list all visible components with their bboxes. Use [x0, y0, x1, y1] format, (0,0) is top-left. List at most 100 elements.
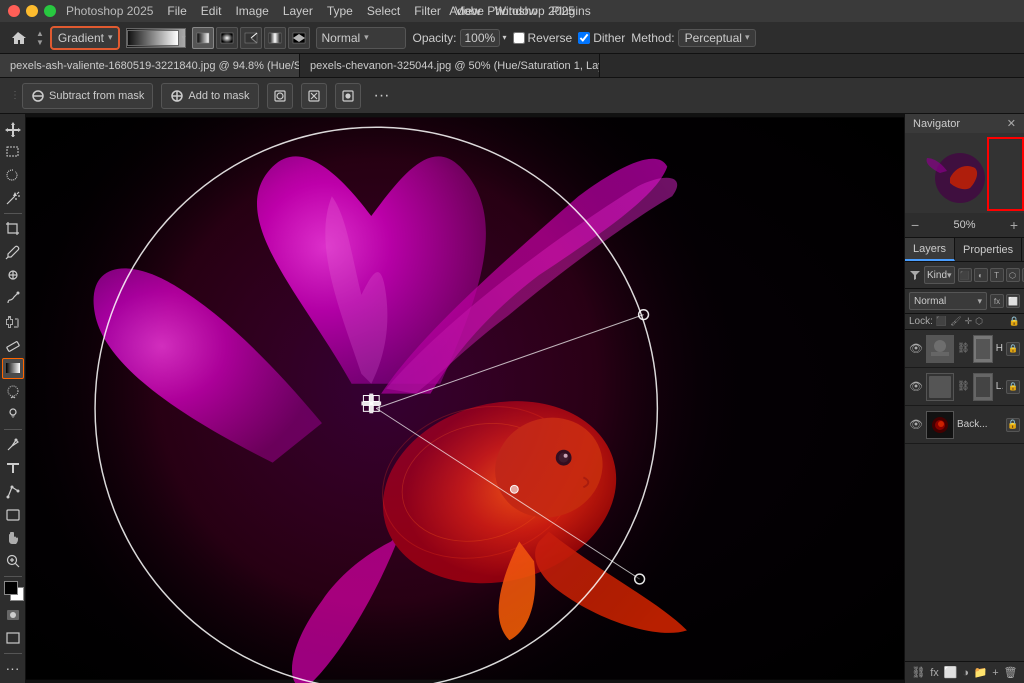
more-options-button[interactable]: ···: [369, 83, 395, 109]
brush-tool[interactable]: [2, 288, 24, 309]
radial-gradient-button[interactable]: [216, 27, 238, 49]
add-style-icon[interactable]: fx: [930, 667, 939, 679]
eye-icon[interactable]: 👁: [909, 380, 923, 394]
reflected-gradient-button[interactable]: [264, 27, 286, 49]
eye-icon[interactable]: 👁: [909, 418, 923, 432]
tab-layers[interactable]: Layers: [905, 238, 955, 261]
opacity-value[interactable]: 100%: [460, 29, 500, 47]
screen-mode-button[interactable]: [2, 628, 24, 649]
crop-tool[interactable]: [2, 218, 24, 239]
tab-properties[interactable]: Properties: [955, 238, 1022, 261]
menu-layer[interactable]: Layer: [277, 2, 319, 20]
filter-adjust-icon[interactable]: ◐: [974, 268, 988, 282]
layer-bg-thumbnail: [926, 411, 954, 439]
rectangle-tool[interactable]: [2, 504, 24, 525]
add-to-mask-button[interactable]: Add to mask: [161, 83, 258, 109]
clone-stamp-tool[interactable]: [2, 311, 24, 332]
tab-2[interactable]: pexels-chevanon-325044.jpg @ 50% (Hue/Sa…: [300, 54, 600, 77]
menu-select[interactable]: Select: [361, 2, 406, 20]
dither-checkbox[interactable]: [578, 32, 590, 44]
text-tool[interactable]: [2, 458, 24, 479]
minimize-button[interactable]: [26, 5, 38, 17]
menu-edit[interactable]: Edit: [195, 2, 228, 20]
diamond-gradient-button[interactable]: [288, 27, 310, 49]
dodge-tool[interactable]: [2, 404, 24, 425]
menu-image[interactable]: Image: [229, 2, 274, 20]
delete-layer-icon[interactable]: 🗑: [1004, 666, 1018, 679]
tab-1[interactable]: pexels-ash-valiente-1680519-3221840.jpg …: [0, 54, 300, 77]
healing-brush-tool[interactable]: [2, 265, 24, 286]
move-tool[interactable]: [2, 118, 24, 139]
lock-row: Lock: ⬛ 🖌 ✛ ⬡ 🔒: [905, 314, 1024, 330]
layer-style-icon[interactable]: fx: [990, 294, 1004, 308]
lock-all-icon[interactable]: 🔒: [1009, 316, 1020, 327]
canvas-area: [26, 114, 904, 683]
layer-mask-icon[interactable]: ⬜: [1006, 294, 1020, 308]
add-adjustment-icon[interactable]: ◑: [962, 667, 969, 679]
layer-item[interactable]: 👁 ⛓ Hue/: [905, 330, 1024, 368]
add-layer-icon[interactable]: +: [992, 667, 998, 679]
pen-tool[interactable]: [2, 434, 24, 455]
layer-filter-dropdown[interactable]: Kind ▾: [924, 266, 955, 284]
lasso-tool[interactable]: [2, 165, 24, 186]
filter-type-icon[interactable]: T: [990, 268, 1004, 282]
opacity-arrow-icon: ▾: [503, 33, 507, 42]
quick-mask-tool[interactable]: [2, 604, 24, 625]
mask-options-button-1[interactable]: [267, 83, 293, 109]
gradient-tool-dropdown[interactable]: Gradient ▾: [50, 26, 121, 50]
filter-shape-icon[interactable]: ⬡: [1006, 268, 1020, 282]
add-group-icon[interactable]: 📁: [974, 666, 988, 679]
layer-lock-icon[interactable]: 🔒: [1006, 418, 1020, 432]
method-dropdown[interactable]: Perceptual ▾: [678, 29, 757, 47]
menu-filter[interactable]: Filter: [408, 2, 447, 20]
close-button[interactable]: [8, 5, 20, 17]
zoom-increase-icon[interactable]: +: [1010, 217, 1018, 233]
menu-file[interactable]: File: [161, 2, 192, 20]
gradient-swatch-dropdown[interactable]: ▾: [126, 28, 186, 48]
mask-options-button-3[interactable]: [335, 83, 361, 109]
navigator-preview: [905, 133, 1024, 213]
subtract-mask-label: Subtract from mask: [49, 90, 144, 102]
workspace-arrows[interactable]: ▲▼: [36, 29, 44, 47]
rectangular-marquee-tool[interactable]: [2, 141, 24, 162]
filter-pixel-icon[interactable]: ⬛: [958, 268, 972, 282]
home-button[interactable]: [6, 26, 30, 50]
navigator-close-icon[interactable]: ✕: [1007, 117, 1016, 130]
subtract-from-mask-button[interactable]: Subtract from mask: [22, 83, 153, 109]
angle-gradient-button[interactable]: [240, 27, 262, 49]
layer-item-background[interactable]: 👁 Back... 🔒: [905, 406, 1024, 444]
more-tools-button[interactable]: ···: [2, 658, 24, 679]
lock-artboard-icon[interactable]: ⬡: [975, 316, 983, 327]
lock-image-icon[interactable]: 🖌: [950, 316, 961, 327]
foreground-color-swatch[interactable]: [4, 581, 18, 595]
lock-transparent-icon[interactable]: ⬛: [936, 316, 947, 327]
gradient-tool[interactable]: [2, 358, 24, 379]
menu-type[interactable]: Type: [321, 2, 359, 20]
hand-tool[interactable]: [2, 528, 24, 549]
path-selection-tool[interactable]: [2, 481, 24, 502]
blur-tool[interactable]: [2, 381, 24, 402]
blend-mode-dropdown[interactable]: Normal ▾: [909, 292, 987, 310]
tab-bar: pexels-ash-valiente-1680519-3221840.jpg …: [0, 54, 1024, 78]
reverse-checkbox[interactable]: [513, 32, 525, 44]
layer-options-icon[interactable]: 🔒: [1006, 342, 1020, 356]
fish-canvas[interactable]: [26, 114, 904, 683]
swatch-chevron-icon: ▾: [181, 33, 185, 42]
zoom-decrease-icon[interactable]: −: [911, 217, 919, 233]
color-swatches[interactable]: [2, 581, 24, 602]
add-link-icon[interactable]: ⛓: [911, 666, 925, 679]
maximize-button[interactable]: [44, 5, 56, 17]
eyedropper-tool[interactable]: [2, 241, 24, 262]
mask-options-button-2[interactable]: [301, 83, 327, 109]
mode-dropdown[interactable]: Normal ▾: [316, 27, 406, 49]
add-mask-icon[interactable]: ⬜: [944, 666, 958, 679]
zoom-tool[interactable]: [2, 551, 24, 572]
eye-icon[interactable]: 👁: [909, 342, 923, 356]
eraser-tool[interactable]: [2, 334, 24, 355]
linear-gradient-button[interactable]: [192, 27, 214, 49]
layer-options-icon-2[interactable]: 🔒: [1006, 380, 1020, 394]
mode-chevron-icon: ▾: [364, 32, 369, 43]
magic-wand-tool[interactable]: [2, 188, 24, 209]
layer-item[interactable]: 👁 ⛓ Layer mask: [905, 368, 1024, 406]
lock-position-icon[interactable]: ✛: [965, 316, 973, 327]
